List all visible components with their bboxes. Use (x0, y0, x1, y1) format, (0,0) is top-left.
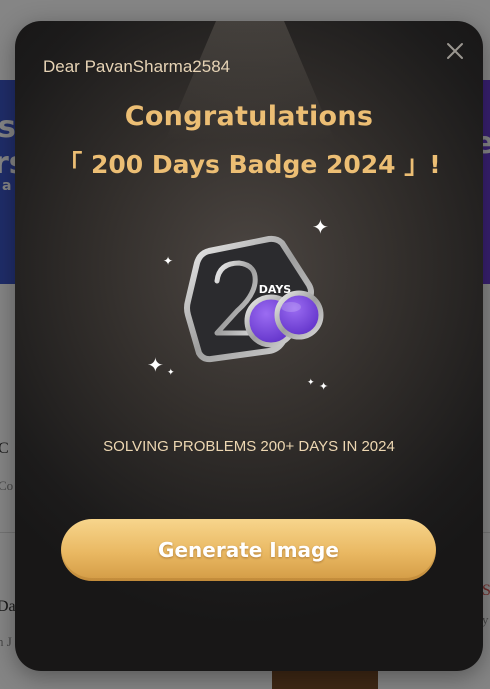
generate-image-button[interactable]: Generate Image (61, 519, 436, 581)
congrats-heading: Congratulations (124, 101, 374, 132)
badge-modal: Dear PavanSharma2584 Congratulations 「 2… (15, 21, 483, 671)
close-button[interactable] (443, 39, 467, 63)
badge-hexagon-icon: DAYS (184, 235, 324, 363)
badge-title: 「 200 Days Badge 2024 」! (57, 150, 441, 179)
badge-graphic: ✦ ✦ ✦ ✦ ✦ ✦ DAYS (137, 211, 361, 392)
badge-subtitle: SOLVING PROBLEMS 200+ DAYS IN 2024 (103, 438, 395, 455)
greeting-text: Dear PavanSharma2584 (43, 57, 231, 76)
close-icon (447, 43, 463, 59)
